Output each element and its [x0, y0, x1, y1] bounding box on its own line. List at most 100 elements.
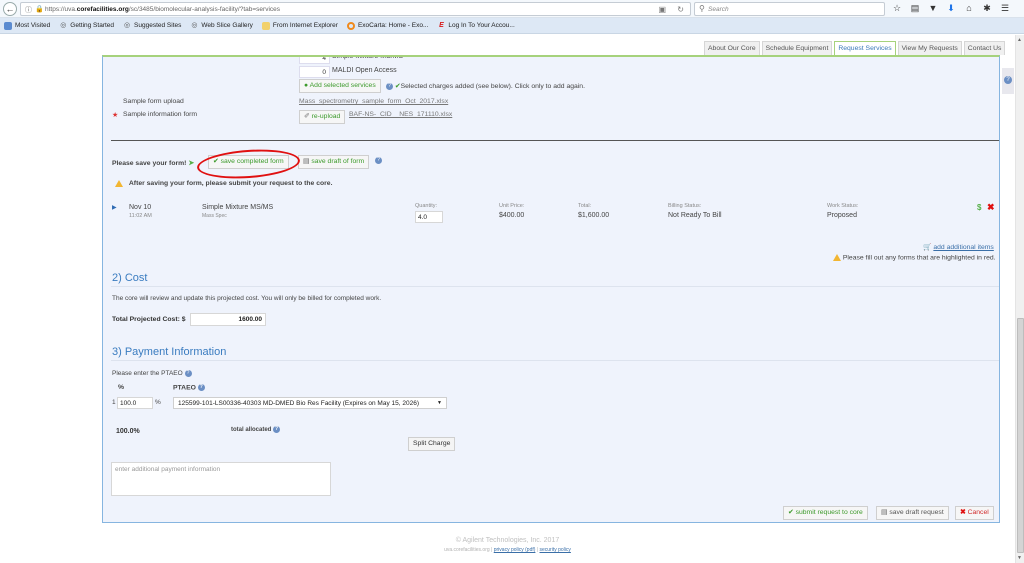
bookmark-most-visited[interactable]: Most Visited [4, 21, 50, 30]
service-qty-input[interactable]: 0 [299, 66, 330, 78]
help-icon[interactable]: ? [375, 157, 382, 164]
search-placeholder: Search [708, 6, 729, 13]
total-allocated-text: total allocated [231, 427, 272, 434]
sample-form-file-link[interactable]: Mass_spectrometry_sample_form_Oct_2017.x… [299, 98, 448, 105]
save-completed-form-button[interactable]: ✔ save completed form [208, 155, 289, 169]
tab-request-services[interactable]: Request Services [834, 41, 896, 55]
side-help-button[interactable]: ? [1002, 68, 1014, 94]
reading-list-icon[interactable]: ▤ [910, 3, 920, 14]
sample-info-file-link[interactable]: BAF-NS-_CID__NES_171110.xlsx [349, 111, 452, 118]
bookmark-log-in[interactable]: E Log In To Your Accou... [437, 22, 515, 30]
forms-warning: Please fill out any forms that are highl… [833, 254, 996, 261]
extension-icon[interactable]: ✱ [982, 3, 992, 14]
ptaeo-column-header: PTAEO ? [173, 384, 205, 391]
cancel-button[interactable]: ✖ Cancel [955, 506, 994, 520]
tab-schedule-equipment[interactable]: Schedule Equipment [761, 41, 833, 55]
ptaeo-header-text: PTAEO [173, 384, 196, 392]
help-icon[interactable]: ? [197, 384, 205, 391]
save-draft-request-button[interactable]: ▤ save draft request [876, 506, 949, 520]
split-charge-button[interactable]: Split Charge [408, 437, 456, 451]
expand-row-icon[interactable]: ▶ [112, 204, 117, 211]
quantity-input[interactable]: 4.0 [415, 211, 443, 223]
additional-payment-info-textarea[interactable]: enter additional payment information [111, 462, 331, 496]
url-text[interactable]: https://uva.corefacilities.org/sc/3485/b… [45, 6, 280, 13]
bookmark-web-slice-gallery[interactable]: ◎ Web Slice Gallery [190, 22, 253, 30]
ptaeo-prompt: Please enter the PTAEO ? [112, 370, 192, 377]
core-nav-tabs: About Our Core Schedule Equipment Reques… [704, 41, 1006, 55]
add-additional-items-link[interactable]: add additional items [933, 244, 993, 251]
tab-view-my-requests[interactable]: View My Requests [897, 41, 962, 55]
total-value: $1,600.00 [578, 212, 610, 219]
menu-icon[interactable]: ☰ [1000, 3, 1010, 14]
bookmark-exocarta[interactable]: ExoCarta: Home - Exo... [346, 21, 428, 30]
url-bar[interactable]: ⓘ 🔒 https://uva.corefacilities.org/sc/34… [20, 2, 691, 16]
bookmark-label: From Internet Explorer [272, 22, 338, 29]
scroll-up-icon[interactable]: ▲ [1017, 37, 1022, 43]
work-status-label: Work Status: [827, 203, 859, 209]
line-item-date: Nov 10 [129, 204, 152, 211]
help-icon: ? [1004, 76, 1012, 84]
reload-icon[interactable]: ↻ [677, 5, 684, 14]
help-icon[interactable]: ? [273, 426, 281, 433]
bookmark-getting-started[interactable]: ◎ Getting Started [59, 22, 114, 30]
help-icon[interactable]: ? [386, 82, 393, 90]
lock-icon: 🔒 [35, 6, 44, 13]
exocarta-icon [346, 21, 355, 30]
help-icon[interactable]: ? [184, 370, 192, 377]
back-arrow-icon[interactable]: ← [3, 2, 17, 16]
arrow-right-icon: ➤ [188, 160, 195, 167]
dropdown-arrow-icon: ▼ [437, 400, 442, 406]
paperclip-icon: ✐ [304, 113, 310, 120]
bookmark-from-internet-explorer[interactable]: From Internet Explorer [261, 21, 338, 30]
submit-request-button[interactable]: ✔ submit request to core [783, 506, 868, 520]
tab-contact-us[interactable]: Contact Us [963, 41, 1006, 55]
divider [111, 140, 999, 141]
url-domain: corefacilities.org [76, 6, 129, 13]
billing-status-label: Billing Status: [668, 203, 702, 209]
save-form-warning: After saving your form, please submit yo… [115, 180, 332, 187]
ptaeo-select[interactable]: 125599-101-LS00336-40303 MD-DMED Bio Res… [173, 397, 447, 409]
tab-about-our-core[interactable]: About Our Core [704, 41, 760, 55]
privacy-policy-link[interactable]: privacy policy (pdf) [494, 547, 536, 553]
re-upload-button[interactable]: ✐ re-upload [299, 110, 346, 124]
reader-view-icon[interactable]: ▣ [658, 5, 666, 14]
save-draft-request-label: save draft request [889, 509, 944, 516]
security-policy-link[interactable]: security policy [540, 547, 571, 553]
add-additional-items[interactable]: 🛒 add additional items [923, 243, 994, 251]
save-draft-of-form-button[interactable]: ▤ save draft of form [298, 155, 370, 169]
download-icon[interactable]: ⬇ [946, 3, 956, 14]
home-icon[interactable]: ⌂ [964, 3, 974, 14]
line-item-service: Simple Mixture MS/MS [202, 204, 274, 211]
pct-column-header: % [118, 384, 125, 391]
service-qty-input[interactable]: 4 [299, 57, 330, 64]
billing-dollar-icon[interactable]: $ [977, 203, 981, 212]
scrollbar-thumb[interactable] [1017, 318, 1024, 553]
sample-form-upload-label: Sample form upload [123, 98, 184, 105]
info-icon[interactable]: ⓘ [25, 5, 32, 15]
percent-input[interactable]: 100.0 [117, 397, 153, 409]
cost-description: The core will review and update this pro… [112, 295, 382, 302]
add-services-label: Add selected services [309, 82, 376, 89]
pocket-icon[interactable]: ▼ [928, 3, 938, 14]
save-completed-label: save completed form [220, 158, 284, 165]
bookmark-label: Log In To Your Accou... [448, 22, 515, 29]
total-label: Total: [578, 203, 592, 209]
plus-circle-icon: ● [304, 82, 309, 89]
add-selected-services-button[interactable]: ● Add selected services [299, 79, 381, 93]
divider [111, 286, 999, 287]
unit-price-label: Unit Price: [499, 203, 525, 209]
services-added-message: ? ✔Selected charges added (see below). C… [386, 82, 585, 90]
bookmark-star-icon[interactable]: ☆ [892, 3, 902, 14]
submit-request-label: submit request to core [795, 509, 863, 516]
delete-x-icon[interactable]: ✖ [987, 202, 995, 213]
line-item-time: 11:02 AM [129, 213, 152, 219]
bookmarks-bar: Most Visited ◎ Getting Started ◎ Suggested… [0, 18, 1024, 34]
page-scrollbar[interactable]: ▲ ▼ [1015, 35, 1024, 563]
bookmark-suggested-sites[interactable]: ◎ Suggested Sites [123, 22, 181, 30]
globe-icon: ◎ [191, 21, 198, 29]
scroll-down-icon[interactable]: ▼ [1017, 555, 1022, 561]
total-projected-cost-input[interactable]: 1600.00 [190, 313, 266, 326]
search-box[interactable]: ⚲ Search [694, 2, 885, 16]
floppy-disk-icon: ▤ [303, 158, 310, 165]
footer-site: uva.corefacilities.org [444, 547, 490, 553]
